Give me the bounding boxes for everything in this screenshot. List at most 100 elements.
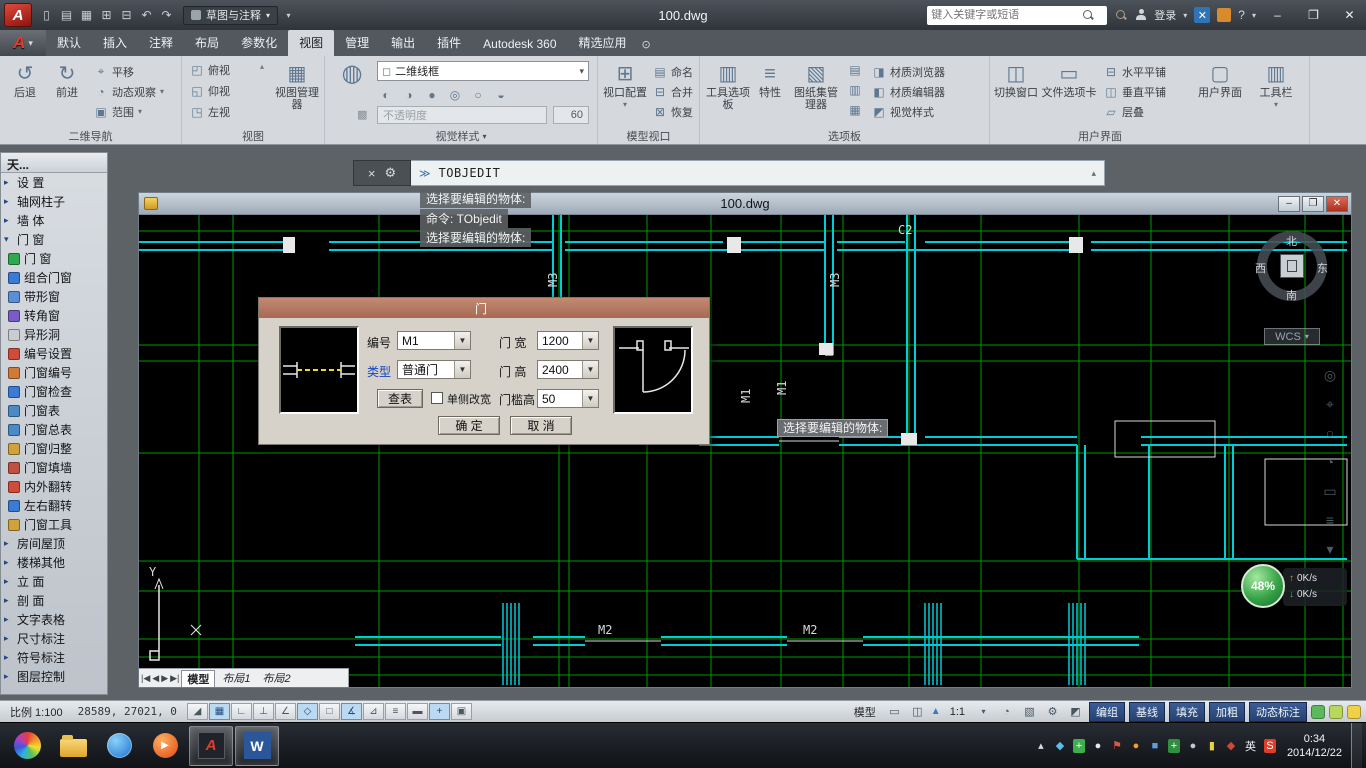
- view-compass[interactable]: 北 南 西 东: [1253, 227, 1331, 305]
- save-icon[interactable]: ▦: [77, 5, 96, 25]
- search-input[interactable]: [931, 9, 1081, 21]
- tray-icon[interactable]: ●: [1130, 739, 1142, 753]
- maximize-button[interactable]: ❐: [1299, 5, 1328, 26]
- panel-title[interactable]: 二维导航: [0, 128, 181, 144]
- help-icon[interactable]: ?: [1238, 8, 1245, 22]
- close-button[interactable]: ✕: [1335, 5, 1364, 26]
- sidebar-item[interactable]: 组合门窗: [1, 268, 107, 287]
- command-bar-grip[interactable]: × ⚙: [353, 160, 411, 186]
- sidebar-item[interactable]: 门窗填墙: [1, 458, 107, 477]
- word-taskbar-button[interactable]: W: [235, 726, 279, 766]
- view-manager-button[interactable]: ▦ 视图管理器: [274, 61, 320, 111]
- ribbon-tab[interactable]: 输出: [380, 30, 426, 56]
- login-chevron-icon[interactable]: ▾: [1183, 11, 1187, 20]
- door-height-combobox[interactable]: 2400 ▼: [537, 360, 599, 379]
- annotation-visibility-icon[interactable]: ◔: [997, 703, 1016, 720]
- compass-north[interactable]: 北: [1286, 233, 1297, 249]
- help-chevron-icon[interactable]: ▾: [1252, 11, 1256, 20]
- chevron-down-icon[interactable]: ▼: [454, 361, 470, 378]
- visual-style-thumb[interactable]: ◍: [331, 61, 373, 87]
- status-toggle-button[interactable]: ⊥: [253, 703, 274, 720]
- redo-icon[interactable]: ↷: [157, 5, 176, 25]
- autocad-taskbar-button[interactable]: A: [189, 726, 233, 766]
- dwg-minimize-button[interactable]: –: [1278, 196, 1300, 212]
- progress-sphere[interactable]: 48%: [1241, 564, 1285, 608]
- tray-icon[interactable]: ■: [1149, 739, 1161, 753]
- ribbon-overflow-icon[interactable]: ⊙: [642, 38, 651, 56]
- next-tab-icon[interactable]: ▶: [161, 673, 168, 684]
- mini-palette-icon-1[interactable]: ▤: [848, 63, 862, 77]
- sidebar-item[interactable]: 设 置: [1, 173, 107, 192]
- orbit-tool-icon[interactable]: ◔: [1320, 452, 1340, 472]
- user-interface-button[interactable]: ▢ 用户界面: [1198, 61, 1242, 99]
- sidebar-item[interactable]: 轴网柱子: [1, 192, 107, 211]
- ribbon-tab[interactable]: 插件: [426, 30, 472, 56]
- ribbon-tab[interactable]: 管理: [334, 30, 380, 56]
- hatch-toggle-button[interactable]: 填充: [1169, 702, 1205, 722]
- showmotion-icon[interactable]: ▭: [1320, 481, 1340, 501]
- mini-palette-icon-2[interactable]: ▥: [848, 83, 862, 97]
- chevron-down-icon[interactable]: ▼: [582, 390, 598, 407]
- taskbar-clock[interactable]: 0:34 2014/12/22: [1287, 732, 1342, 760]
- cancel-button[interactable]: 取 消: [510, 416, 572, 435]
- sidebar-item[interactable]: 门窗归整: [1, 439, 107, 458]
- compass-south[interactable]: 南: [1286, 287, 1297, 303]
- undo-icon[interactable]: ↶: [137, 5, 156, 25]
- view-bottom-button[interactable]: ◱ 仰视: [190, 82, 230, 99]
- tray-icon[interactable]: +: [1073, 739, 1085, 753]
- ribbon-tab[interactable]: 插入: [92, 30, 138, 56]
- prev-tab-icon[interactable]: ◀: [152, 673, 159, 684]
- store-icon[interactable]: [1217, 8, 1231, 22]
- dwg-close-button[interactable]: ✕: [1326, 196, 1348, 212]
- autoscale-icon[interactable]: ▧: [1020, 703, 1039, 720]
- tray-icon[interactable]: ▮: [1206, 739, 1218, 753]
- search-box[interactable]: [927, 6, 1107, 25]
- minimize-button[interactable]: –: [1263, 5, 1292, 26]
- chevron-down-icon[interactable]: ▼: [454, 332, 470, 349]
- command-input-text[interactable]: TOBJEDIT: [439, 166, 501, 180]
- tile-horizontal-button[interactable]: ⊟ 水平平铺: [1104, 63, 1166, 80]
- mini-palette-icon-3[interactable]: ▦: [848, 103, 862, 117]
- tray-icon[interactable]: S: [1264, 739, 1276, 753]
- scroll-up-icon[interactable]: ▴: [260, 62, 264, 71]
- customize-icon[interactable]: ⚙: [384, 165, 396, 181]
- tab-model[interactable]: 模型: [181, 670, 215, 687]
- panel-title[interactable]: 模型视口: [598, 128, 699, 144]
- nav-more-icon[interactable]: ▾: [1320, 539, 1340, 559]
- sidebar-item[interactable]: 转角窗: [1, 306, 107, 325]
- door-type-combobox[interactable]: 普通门 ▼: [397, 360, 471, 379]
- forward-button[interactable]: ↻ 前进: [46, 61, 88, 99]
- recent-commands-icon[interactable]: ▴: [1091, 168, 1096, 179]
- dwg-restore-button[interactable]: ❐: [1302, 196, 1324, 212]
- opacity-value-field[interactable]: 60: [553, 106, 589, 124]
- status-toggle-button[interactable]: ◇: [297, 703, 318, 720]
- shade-icon-1[interactable]: ◐: [379, 88, 393, 102]
- status-toggle-button[interactable]: ∠: [275, 703, 296, 720]
- workspace-switch-icon[interactable]: ⚙: [1043, 703, 1062, 720]
- sidebar-item[interactable]: 门窗检查: [1, 382, 107, 401]
- ribbon-tab[interactable]: 参数化: [230, 30, 288, 56]
- switch-windows-button[interactable]: ◫ 切换窗口: [994, 61, 1038, 99]
- save-as-icon[interactable]: ⊞: [97, 5, 116, 25]
- visual-style-dropdown[interactable]: ◻ 二维线框 ▾: [377, 61, 589, 81]
- status-toggle-button[interactable]: ∡: [341, 703, 362, 720]
- close-icon[interactable]: ×: [368, 166, 376, 181]
- chevron-down-icon[interactable]: ▼: [582, 332, 598, 349]
- tray-icon[interactable]: ▴: [1035, 739, 1047, 753]
- panel-title[interactable]: 用户界面: [990, 128, 1210, 144]
- shade-icon-3[interactable]: ●: [425, 88, 439, 102]
- view-top-button[interactable]: ◰ 俯视: [190, 61, 230, 78]
- sidebar-item[interactable]: 异形洞: [1, 325, 107, 344]
- tab-layout1[interactable]: 布局1: [217, 670, 255, 686]
- sidebar-header[interactable]: 天...: [1, 153, 107, 173]
- drawing-window-titlebar[interactable]: 100.dwg – ❐ ✕: [139, 193, 1351, 215]
- sidebar-item[interactable]: 房间屋顶: [1, 534, 107, 553]
- chevron-down-icon[interactable]: ▾: [974, 703, 993, 720]
- quick-view-layouts-icon[interactable]: ▭: [885, 703, 904, 720]
- sidebar-item[interactable]: 楼梯其他: [1, 553, 107, 572]
- zoom-extents-button[interactable]: ▣ 范围 ▾: [94, 103, 142, 120]
- status-toggle-button[interactable]: +: [429, 703, 450, 720]
- status-toggle-button[interactable]: ▦: [209, 703, 230, 720]
- compass-west[interactable]: 西: [1255, 260, 1266, 276]
- material-browser-button[interactable]: ◨ 材质浏览器: [872, 63, 945, 80]
